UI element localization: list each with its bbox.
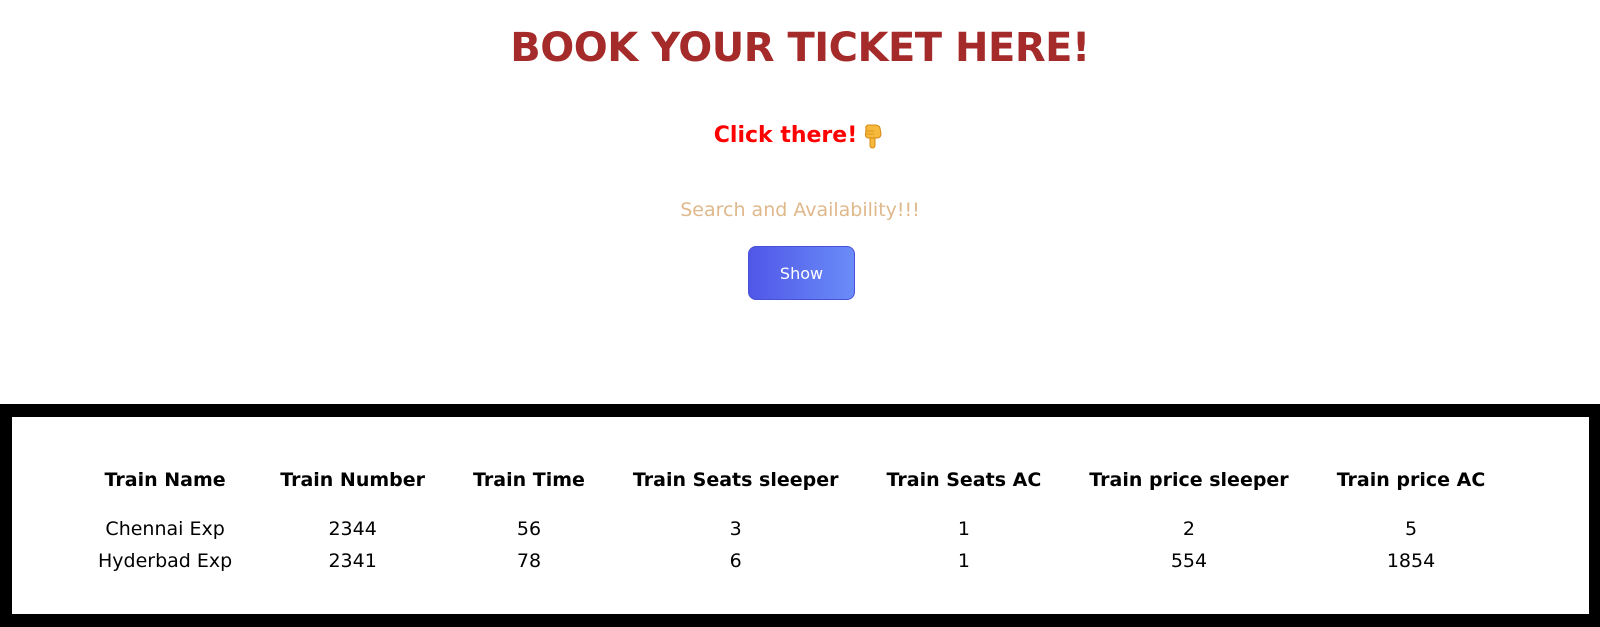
train-table-frame: Train Name Train Number Train Time Train… bbox=[0, 404, 1600, 627]
cell-seats-ac: 1 bbox=[957, 550, 970, 572]
spacer-cell bbox=[74, 495, 1509, 513]
column-header-price-ac: Train price AC bbox=[1336, 469, 1486, 491]
column-header-train-time: Train Time bbox=[473, 469, 585, 491]
hand-pointing-down-icon bbox=[862, 123, 886, 149]
table-row: Hyderbad Exp 2341 78 6 1 554 1854 bbox=[74, 545, 1509, 577]
cell-price-ac: 1854 bbox=[1386, 550, 1436, 572]
table-header-row: Train Name Train Number Train Time Train… bbox=[74, 465, 1509, 495]
cell-train-name: Chennai Exp bbox=[105, 518, 225, 540]
click-there-text: Click there! bbox=[713, 123, 858, 148]
cell-train-name: Hyderbad Exp bbox=[98, 550, 233, 572]
column-header-seats-sleeper: Train Seats sleeper bbox=[632, 469, 839, 491]
click-prompt: Click there! bbox=[0, 120, 1600, 152]
column-header-train-number: Train Number bbox=[280, 469, 426, 491]
cell-price-ac: 5 bbox=[1404, 518, 1418, 540]
cell-train-time: 78 bbox=[516, 550, 542, 572]
train-table-panel: Train Name Train Number Train Time Train… bbox=[12, 417, 1589, 614]
cell-seats-ac: 1 bbox=[957, 518, 970, 540]
show-button[interactable]: Show bbox=[748, 246, 855, 300]
page-title: BOOK YOUR TICKET HERE! bbox=[510, 25, 1090, 71]
table-row: Chennai Exp 2344 56 3 1 2 5 bbox=[74, 513, 1509, 545]
cell-price-sleeper: 554 bbox=[1170, 550, 1208, 572]
search-availability-text: Search and Availability!!! bbox=[680, 199, 920, 221]
train-table: Train Name Train Number Train Time Train… bbox=[74, 465, 1509, 577]
booking-page: BOOK YOUR TICKET HERE! Click there! Sear… bbox=[0, 0, 1600, 627]
cell-seats-sleeper: 3 bbox=[729, 518, 742, 540]
cell-train-number: 2344 bbox=[328, 518, 377, 540]
column-header-price-sleeper: Train price sleeper bbox=[1089, 469, 1289, 491]
column-header-train-name: Train Name bbox=[104, 469, 226, 491]
column-header-seats-ac: Train Seats AC bbox=[886, 469, 1042, 491]
cell-price-sleeper: 2 bbox=[1182, 518, 1196, 540]
cell-train-time: 56 bbox=[516, 518, 542, 540]
cell-seats-sleeper: 6 bbox=[729, 550, 742, 572]
cell-train-number: 2341 bbox=[328, 550, 377, 572]
table-spacer bbox=[74, 495, 1509, 513]
